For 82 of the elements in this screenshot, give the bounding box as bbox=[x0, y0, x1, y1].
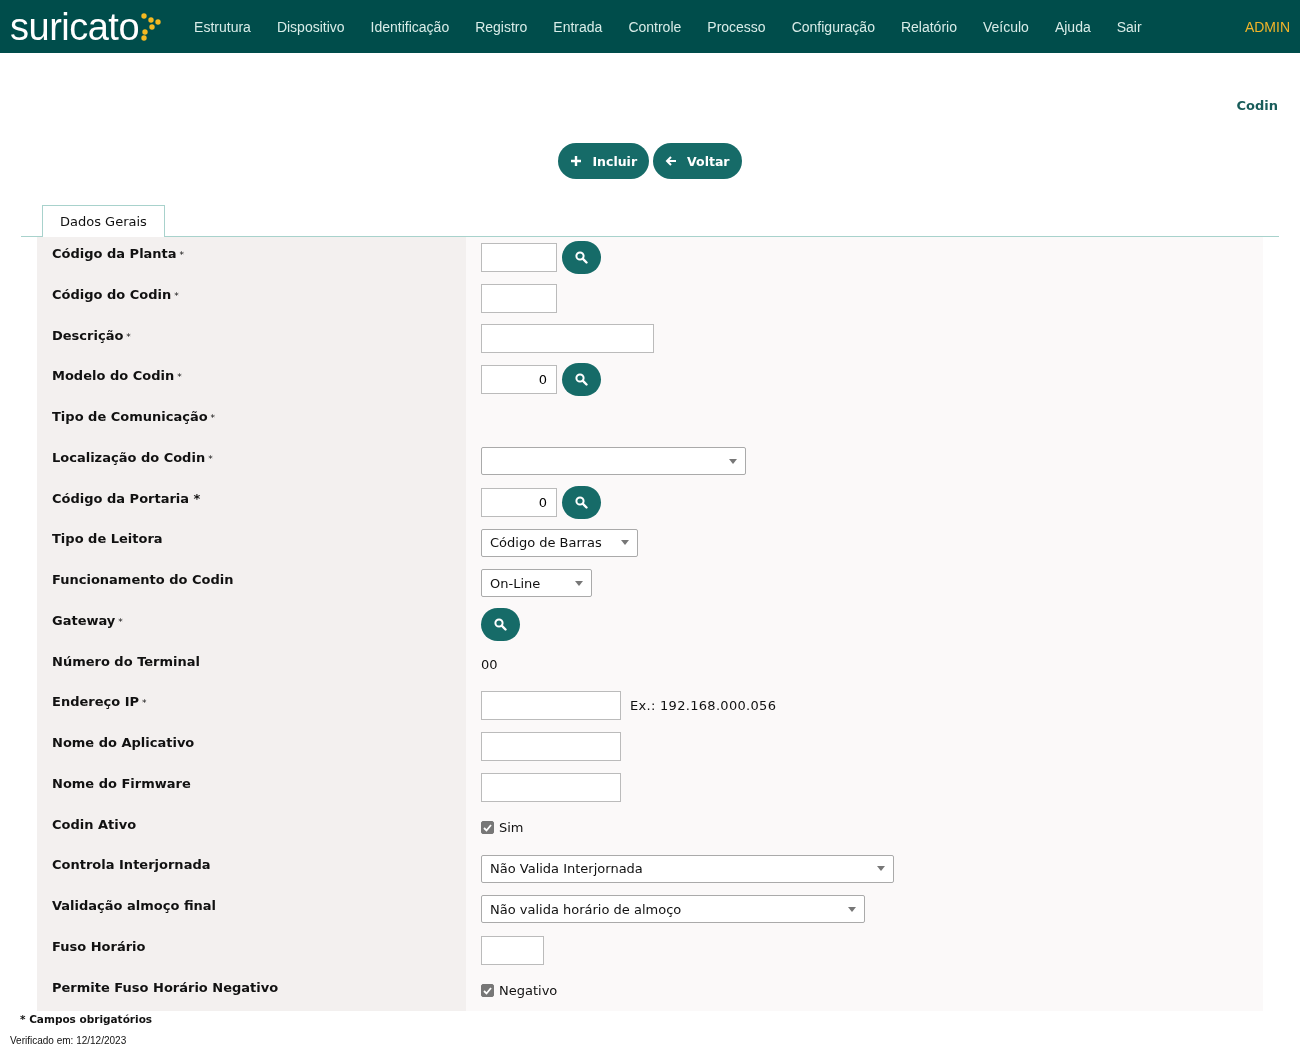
select-field[interactable]: Código de Barras bbox=[481, 528, 638, 557]
caret-icon bbox=[575, 580, 583, 586]
field-label: Codin Ativo bbox=[52, 816, 137, 832]
search-icon bbox=[575, 251, 588, 264]
field-label: Funcionamento do Codin bbox=[52, 572, 234, 587]
required-mark: * bbox=[177, 372, 182, 383]
required-mark: * bbox=[126, 331, 131, 342]
field-label: Tipo de Leitora bbox=[52, 531, 163, 547]
user-name[interactable]: ADMIN bbox=[1244, 18, 1290, 35]
checkbox-label: Sim bbox=[499, 820, 524, 836]
menu-item[interactable]: Entrada bbox=[540, 18, 616, 35]
search-button[interactable] bbox=[562, 241, 601, 274]
field-label: Fuso Horário bbox=[52, 938, 146, 954]
caret-icon bbox=[848, 906, 856, 912]
required-mark: * bbox=[210, 413, 216, 423]
menu-item[interactable]: Veículo bbox=[969, 18, 1042, 35]
caret-icon bbox=[877, 866, 885, 872]
required-mark: * bbox=[118, 616, 123, 627]
field-label: Código do Codin bbox=[52, 286, 172, 302]
search-button[interactable] bbox=[562, 363, 601, 397]
logo-text: suricato bbox=[10, 7, 140, 46]
field-value: 00 bbox=[481, 657, 498, 673]
select-field[interactable] bbox=[481, 447, 746, 476]
menu-item[interactable]: Identificação bbox=[357, 18, 463, 35]
menu-item[interactable]: Dispositivo bbox=[263, 18, 358, 35]
menu-item[interactable]: Processo bbox=[694, 18, 779, 35]
required-mark: * bbox=[174, 290, 179, 301]
caret-icon bbox=[729, 458, 737, 464]
search-icon bbox=[575, 373, 588, 387]
field-label: Nome do Aplicativo bbox=[52, 735, 195, 750]
input-field[interactable] bbox=[481, 731, 621, 761]
field-label: Localização do Codin bbox=[52, 449, 206, 465]
menu-item[interactable]: Configuração bbox=[778, 18, 888, 35]
search-button[interactable] bbox=[562, 485, 601, 519]
menu-item[interactable]: Estrutura bbox=[181, 18, 264, 35]
verified-date: Verificado em: 12/12/2023 bbox=[9, 1034, 128, 1049]
checkbox[interactable] bbox=[481, 984, 494, 998]
menu-item[interactable]: Controle bbox=[615, 18, 695, 35]
input-field[interactable] bbox=[481, 772, 621, 802]
input-field[interactable] bbox=[481, 243, 557, 272]
field-label: Permite Fuso Horário Negativo bbox=[52, 979, 279, 995]
search-icon bbox=[575, 495, 588, 509]
select-field[interactable]: On-Line bbox=[481, 569, 592, 598]
required-mark: * bbox=[179, 250, 185, 260]
input-field[interactable] bbox=[481, 935, 544, 965]
field-label: Nome do Firmware bbox=[52, 775, 191, 791]
field-label: Código da Planta bbox=[52, 246, 177, 261]
checkbox[interactable] bbox=[481, 821, 494, 835]
field-label: Gateway bbox=[52, 612, 116, 628]
footnote: * Campos obrigatórios bbox=[19, 1012, 154, 1028]
add-button[interactable]: Incluir bbox=[558, 143, 650, 179]
field-label: Descrição bbox=[52, 327, 124, 343]
field-label: Endereço IP bbox=[52, 694, 139, 710]
field-label: Tipo de Comunicação bbox=[52, 409, 208, 424]
tab[interactable]: Dados Gerais bbox=[42, 205, 165, 237]
input-field[interactable]: 0 bbox=[481, 365, 557, 395]
search-button[interactable] bbox=[481, 607, 520, 641]
page-title: Codin bbox=[1236, 98, 1278, 113]
select-field[interactable]: Não Valida Interjornada bbox=[481, 854, 894, 883]
menu-item[interactable]: Ajuda bbox=[1041, 18, 1104, 35]
menu-item[interactable]: Relatório bbox=[887, 18, 970, 35]
hint-text: Ex.: 192.168.000.056 bbox=[630, 698, 777, 714]
select-field[interactable]: Não valida horário de almoço bbox=[481, 895, 865, 924]
arrow-left-icon bbox=[665, 155, 678, 167]
input-field[interactable] bbox=[481, 324, 654, 354]
checkbox-label: Negativo bbox=[499, 983, 558, 999]
required-mark: * bbox=[208, 453, 213, 464]
input-field[interactable]: 0 bbox=[481, 487, 557, 517]
field-label: Código da Portaria * bbox=[52, 490, 201, 506]
input-field[interactable] bbox=[481, 691, 621, 721]
field-label: Modelo do Codin bbox=[52, 368, 175, 384]
field-label: Validação almoço final bbox=[52, 898, 217, 913]
input-field[interactable] bbox=[481, 283, 557, 313]
menu-item[interactable]: Sair bbox=[1103, 18, 1155, 35]
field-label: Número do Terminal bbox=[52, 653, 200, 669]
back-button[interactable]: Voltar bbox=[653, 143, 742, 179]
field-label: Controla Interjornada bbox=[52, 857, 211, 873]
search-icon bbox=[494, 617, 507, 631]
menu-item[interactable]: Registro bbox=[462, 18, 541, 35]
required-mark: * bbox=[142, 698, 147, 709]
caret-icon bbox=[621, 540, 629, 546]
plus-icon bbox=[570, 155, 583, 167]
